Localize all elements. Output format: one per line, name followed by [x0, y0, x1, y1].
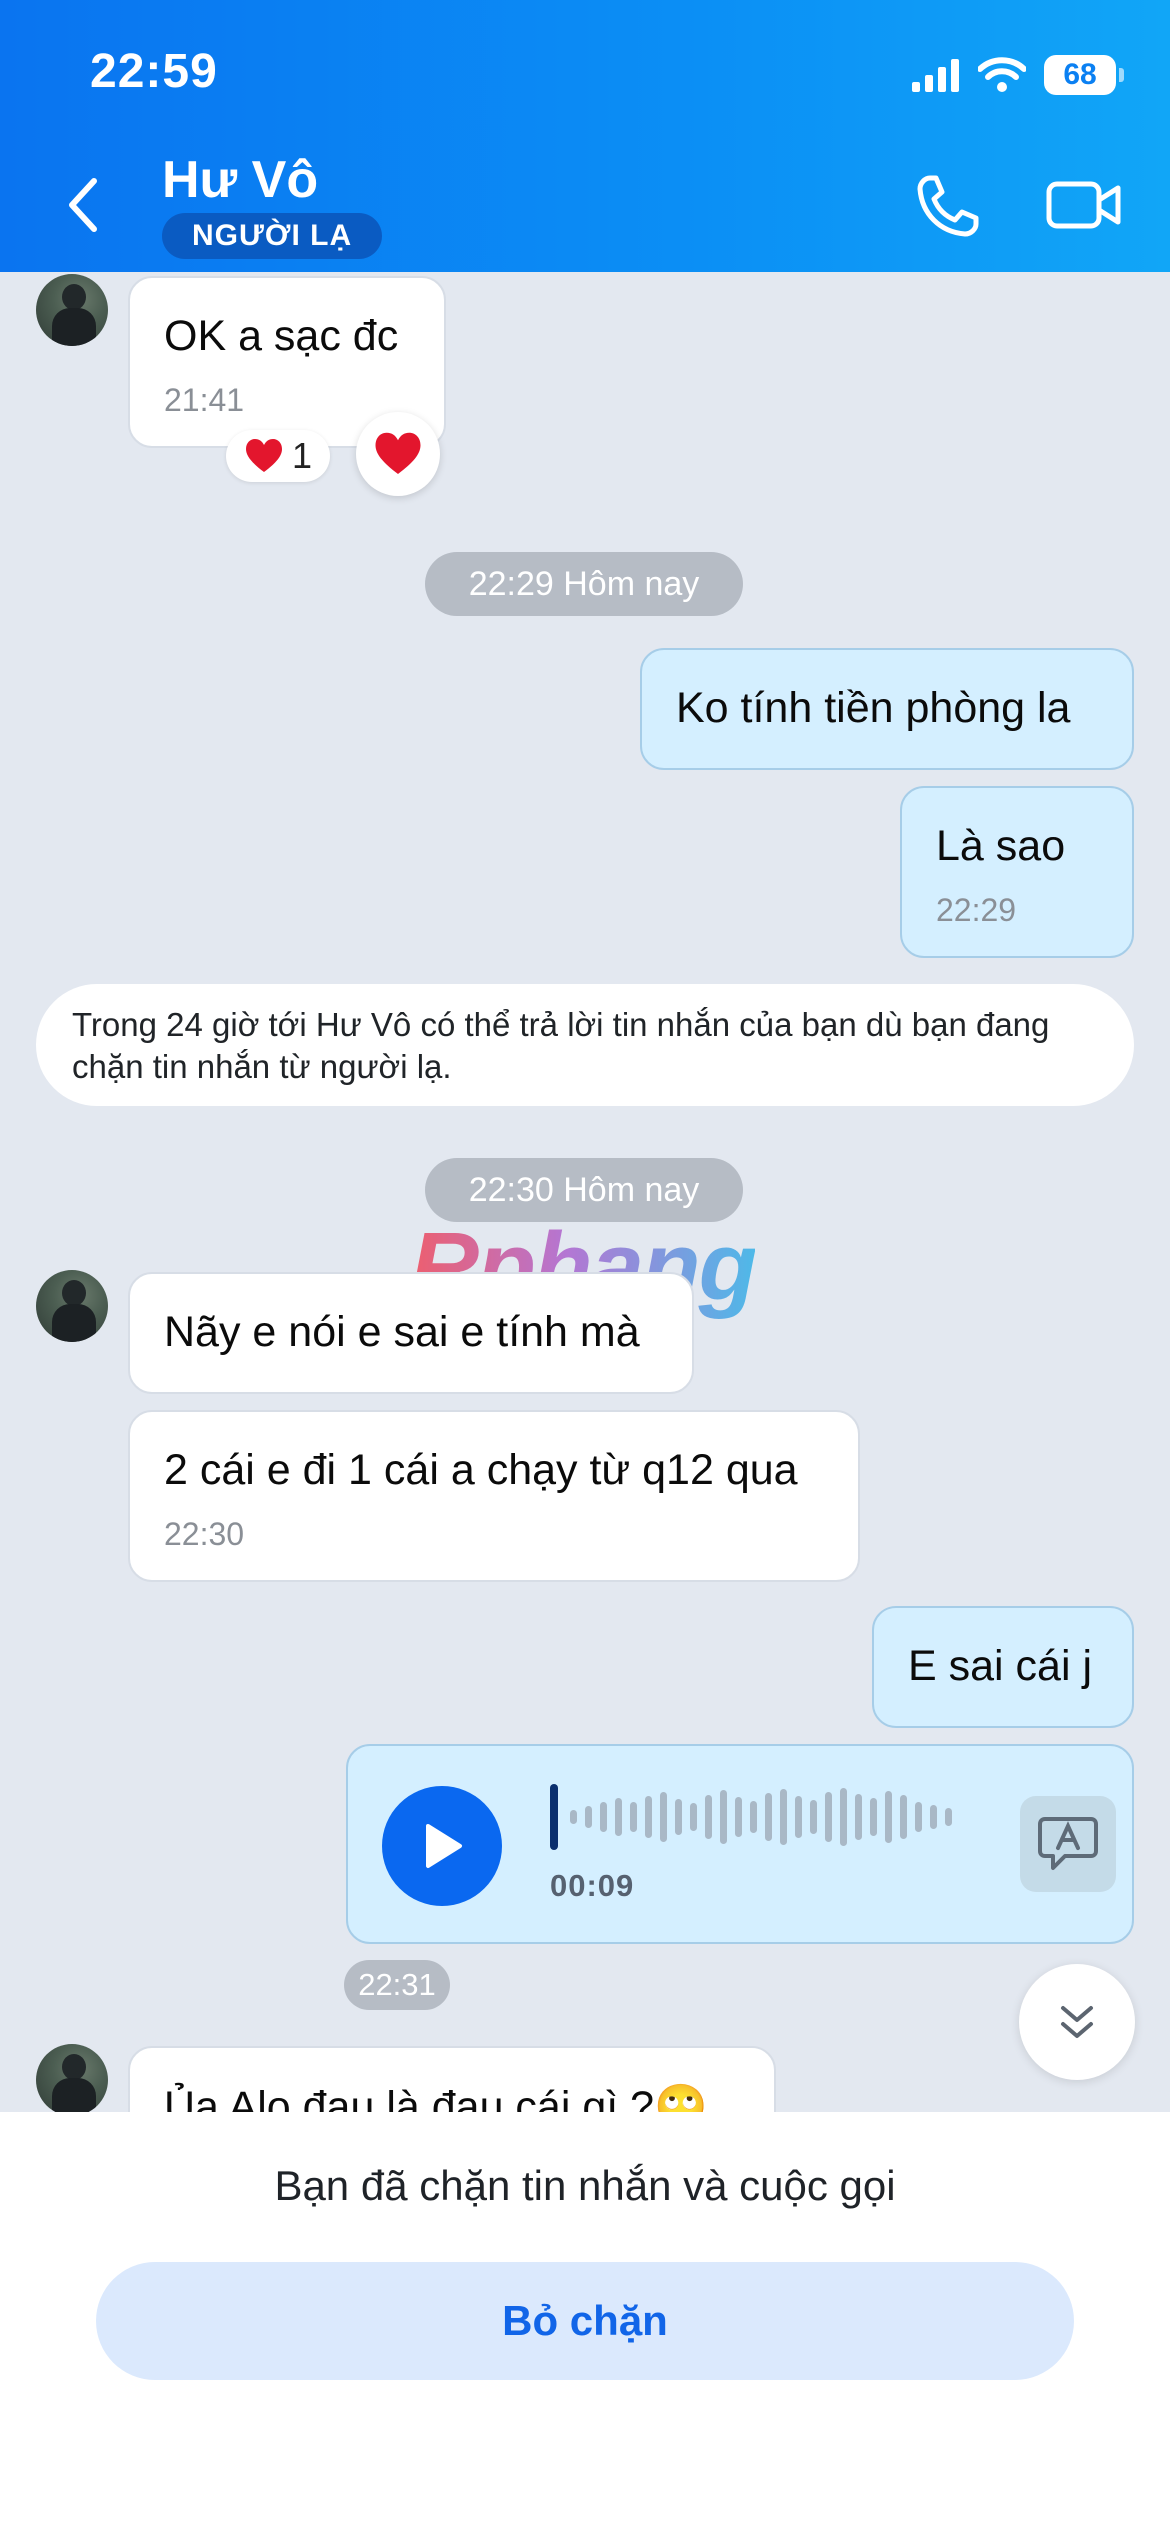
transcribe-button[interactable]: [1020, 1796, 1116, 1892]
waveform-bar: [705, 1795, 712, 1839]
waveform-bar: [600, 1802, 607, 1832]
scroll-to-bottom-button[interactable]: [1019, 1964, 1135, 2080]
chat-header: 22:59 68 Hư Vô NGƯỜI LẠ: [0, 0, 1170, 272]
waveform-bar: [945, 1808, 952, 1826]
message-bubble-outgoing[interactable]: Là sao 22:29: [900, 786, 1134, 958]
waveform-bar: [690, 1803, 697, 1831]
waveform-bar: [825, 1792, 832, 1842]
stranger-badge: NGƯỜI LẠ: [162, 213, 383, 259]
waveform-bar: [720, 1790, 727, 1844]
waveform-bar: [645, 1796, 652, 1838]
voice-duration: 00:09: [550, 1868, 635, 1903]
play-button[interactable]: [382, 1786, 502, 1906]
message-bubble[interactable]: 2 cái e đi 1 cái a chạy từ q12 qua 22:30: [128, 1410, 860, 1582]
message-list[interactable]: OK a sạc đc 21:41 1 22:29 Hôm nay Ko tín…: [0, 272, 1170, 2112]
waveform-bar: [855, 1794, 862, 1840]
message-time: 21:41: [164, 382, 245, 418]
battery-indicator: 68: [1044, 55, 1124, 95]
message-time: 22:30: [164, 1516, 245, 1552]
waveform-bar: [765, 1793, 772, 1841]
back-button[interactable]: [60, 175, 110, 235]
status-icons: 68: [912, 50, 1124, 100]
waveform-bar: [810, 1800, 817, 1834]
status-time: 22:59: [90, 45, 218, 98]
message-bubble[interactable]: Ủa Alo đau là đau cái gì ?🙄: [128, 2046, 776, 2112]
waveform-bar: [585, 1806, 592, 1828]
blocked-status-text: Bạn đã chặn tin nhắn và cuộc gọi: [274, 2162, 896, 2209]
reaction-summary[interactable]: 1: [226, 430, 330, 482]
unblock-button[interactable]: Bỏ chặn: [96, 2262, 1074, 2380]
message-time: 22:29: [936, 892, 1017, 928]
play-icon: [426, 1824, 462, 1868]
waveform-bar: [615, 1798, 622, 1836]
waveform-bar: [930, 1805, 937, 1829]
waveform-bar: [885, 1791, 892, 1843]
heart-icon: [245, 439, 282, 472]
call-button[interactable]: [912, 172, 982, 242]
waveform-bar: [750, 1801, 757, 1833]
waveform-bar: [915, 1802, 922, 1832]
message-bubble-outgoing[interactable]: Ko tính tiền phòng la: [640, 648, 1134, 770]
reaction-count: 1: [291, 435, 313, 476]
waveform-bar: [900, 1795, 907, 1839]
message-text: E sai cái j: [908, 1642, 1093, 1690]
message-text: Là sao: [936, 822, 1066, 870]
react-button[interactable]: [356, 412, 440, 496]
speech-to-text-icon: [1038, 1817, 1098, 1870]
message-text: Ko tính tiền phòng la: [676, 684, 1071, 732]
waveform-bar: [735, 1797, 742, 1837]
message-text: Ủa Alo đau là đau cái gì ?🙄: [164, 2083, 708, 2112]
message-bubble[interactable]: Nãy e nói e sai e tính mà: [128, 1272, 694, 1394]
waveform-bar: [630, 1802, 637, 1832]
voice-message-bubble[interactable]: 00:09: [346, 1744, 1134, 1944]
avatar[interactable]: [36, 1270, 108, 1342]
message-text: Nãy e nói e sai e tính mà: [164, 1308, 640, 1356]
message-time-pill: 22:31: [344, 1960, 450, 2010]
cellular-signal-icon: [912, 59, 959, 92]
message-text: 2 cái e đi 1 cái a chạy từ q12 qua: [164, 1446, 798, 1494]
system-notice: Trong 24 giờ tới Hư Vô có thể trả lời ti…: [36, 984, 1134, 1106]
playback-cursor[interactable]: [550, 1784, 558, 1850]
voice-waveform[interactable]: [550, 1780, 970, 1854]
waveform-bar: [870, 1798, 877, 1836]
wifi-icon: [978, 57, 1026, 92]
waveform-bar: [660, 1792, 667, 1842]
avatar[interactable]: [36, 2044, 108, 2112]
blocked-footer: Bạn đã chặn tin nhắn và cuộc gọi Bỏ chặn: [0, 2112, 1170, 2532]
video-call-button[interactable]: [1046, 172, 1122, 238]
message-text: OK a sạc đc: [164, 312, 399, 360]
contact-name[interactable]: Hư Vô: [162, 150, 318, 210]
avatar[interactable]: [36, 274, 108, 346]
waveform-bar: [780, 1789, 787, 1845]
waveform-bar: [840, 1788, 847, 1846]
waveform-bar: [795, 1796, 802, 1838]
heart-icon: [375, 432, 421, 474]
double-chevron-down-icon: [1061, 2006, 1093, 2038]
waveform-bar: [675, 1799, 682, 1835]
message-bubble-outgoing[interactable]: E sai cái j: [872, 1606, 1134, 1728]
waveform-bar: [570, 1810, 577, 1824]
date-separator: 22:29 Hôm nay: [425, 552, 743, 616]
